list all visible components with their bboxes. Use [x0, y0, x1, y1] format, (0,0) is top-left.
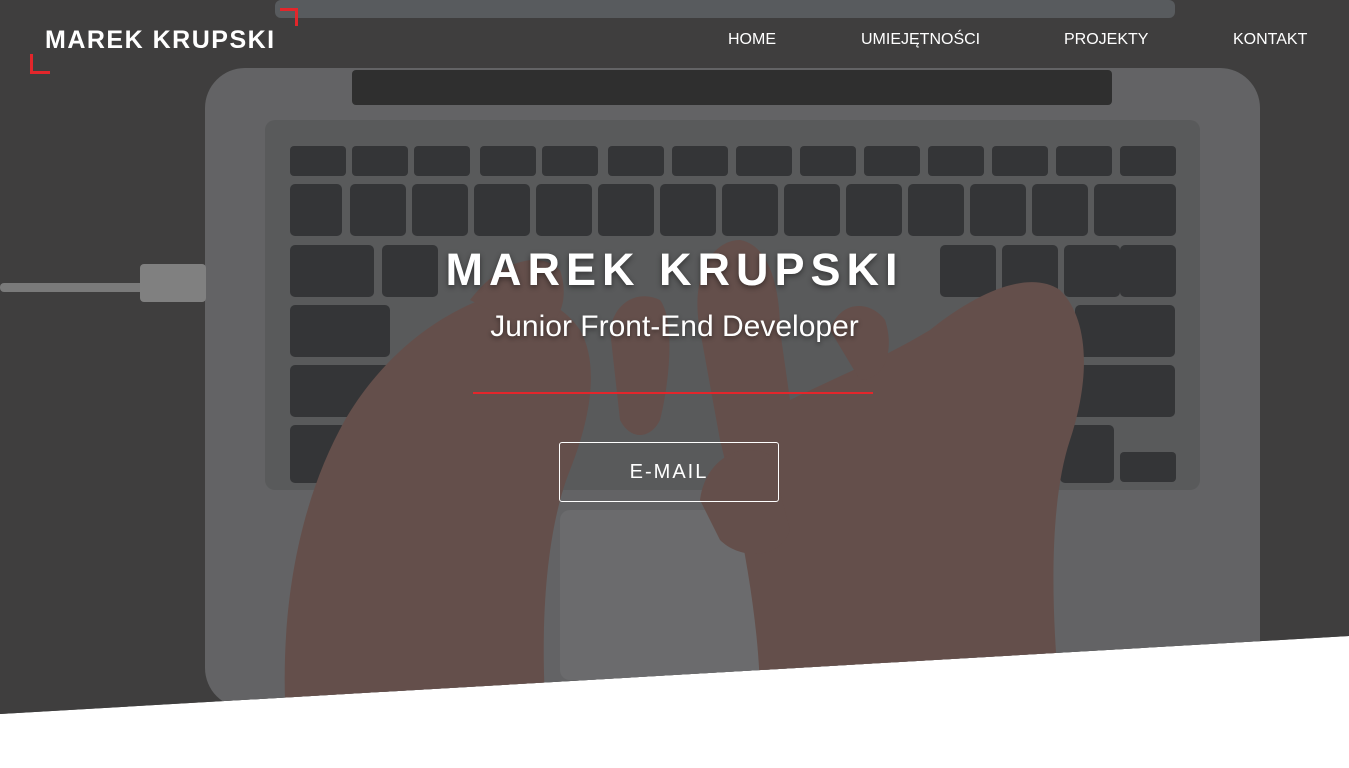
nav-item-contact[interactable]: KONTAKT — [1233, 31, 1307, 49]
nav-item-skills[interactable]: UMIEJĘTNOŚCI — [861, 31, 980, 49]
logo-corner-accent — [280, 8, 298, 26]
nav-item-projects[interactable]: PROJEKTY — [1064, 31, 1148, 49]
hero-divider — [473, 392, 873, 394]
main-nav: HOME UMIEJĘTNOŚCI PROJEKTY KONTAKT — [0, 31, 1349, 53]
hero-title: MAREK KRUPSKI — [445, 244, 904, 295]
logo-corner-accent — [30, 54, 50, 74]
email-button[interactable]: E-MAIL — [559, 442, 779, 502]
hero-section — [0, 0, 1349, 714]
hero-dark-overlay — [0, 0, 1349, 714]
nav-item-home[interactable]: HOME — [728, 31, 776, 49]
hero-subtitle: Junior Front-End Developer — [490, 310, 859, 343]
